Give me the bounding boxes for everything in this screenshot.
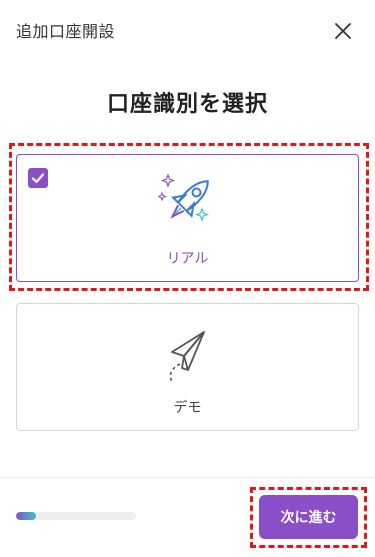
option-card-real[interactable]: リアル (16, 154, 359, 282)
option-label-real: リアル (166, 251, 209, 267)
rocket-icon (157, 173, 209, 222)
page-title: 口座識別を選択 (106, 92, 268, 117)
close-button[interactable] (330, 18, 356, 44)
option-card-demo[interactable]: デモ (16, 303, 359, 431)
progress-bar (16, 512, 136, 520)
header-title: 追加口座開設 (16, 22, 116, 41)
header: 追加口座開設 (0, 0, 375, 62)
progress-fill (16, 512, 37, 520)
close-icon (335, 23, 351, 39)
option-label-demo: デモ (173, 400, 202, 416)
footer-divider (0, 477, 375, 478)
paper-plane-icon (169, 331, 205, 383)
selected-checkbox[interactable] (28, 168, 48, 188)
next-button[interactable]: 次に進む (259, 495, 358, 539)
check-icon (31, 173, 45, 184)
